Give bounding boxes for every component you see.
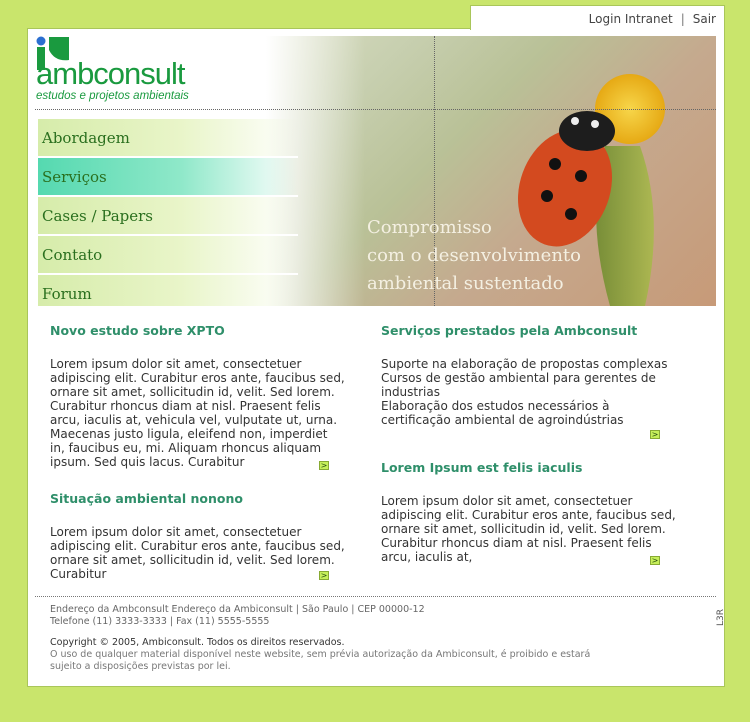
address-line: Endereço da Ambconsult Endereço da Ambic… bbox=[50, 604, 425, 615]
read-more-button[interactable]: > bbox=[650, 430, 660, 439]
news-body: Lorem ipsum dolor sit amet, consectetuer… bbox=[50, 357, 345, 469]
banner-divider-horizontal bbox=[35, 109, 716, 110]
nav-item-servicos[interactable]: Serviços bbox=[38, 158, 298, 197]
nav-item-forum[interactable]: Forum bbox=[38, 275, 298, 306]
top-bar: Login Intranet | Sair bbox=[470, 5, 725, 30]
header-banner: ambconsult estudos e projetos ambientais… bbox=[35, 36, 716, 306]
footer: Endereço da Ambconsult Endereço da Ambic… bbox=[35, 596, 726, 672]
news-title[interactable]: Situação ambiental nonono bbox=[50, 492, 345, 506]
services-block: Serviços prestados pela Ambconsult Supor… bbox=[381, 324, 676, 428]
read-more-button[interactable]: > bbox=[650, 556, 660, 565]
logout-link[interactable]: Sair bbox=[693, 12, 716, 26]
nav-item-abordagem[interactable]: Abordagem bbox=[38, 119, 298, 158]
news-title[interactable]: Lorem Ipsum est felis iaculis bbox=[381, 461, 676, 475]
tagline-line-3: ambiental sustentado bbox=[367, 273, 564, 294]
news-item: Situação ambiental nonono Lorem ipsum do… bbox=[50, 492, 345, 582]
read-more-button[interactable]: > bbox=[319, 461, 329, 470]
news-item: Novo estudo sobre XPTO Lorem ipsum dolor… bbox=[50, 324, 345, 470]
service-line: Elaboração dos estudos necessários à cer… bbox=[381, 399, 624, 427]
top-links: Login Intranet | Sair bbox=[589, 12, 716, 26]
copyright: Copyright © 2005, Ambiconsult. Todos os … bbox=[50, 637, 345, 648]
nav-item-cases-papers[interactable]: Cases / Papers bbox=[38, 197, 298, 236]
tagline-line-2: com o desenvolvimento bbox=[367, 245, 581, 266]
footer-legal: Copyright © 2005, Ambiconsult. Todos os … bbox=[50, 637, 610, 673]
services-title[interactable]: Serviços prestados pela Ambconsult bbox=[381, 324, 676, 338]
top-links-separator: | bbox=[680, 12, 685, 26]
tagline-line-1: Compromisso bbox=[367, 217, 492, 238]
service-line: Suporte na elaboração de propostas compl… bbox=[381, 357, 668, 371]
legal-notice: O uso de qualquer material disponível ne… bbox=[50, 649, 591, 672]
nav-item-contato[interactable]: Contato bbox=[38, 236, 298, 275]
footer-address: Endereço da Ambconsult Endereço da Ambic… bbox=[50, 604, 425, 628]
phone-line: Telefone (11) 3333-3333 | Fax (11) 5555-… bbox=[50, 616, 270, 627]
news-title[interactable]: Novo estudo sobre XPTO bbox=[50, 324, 345, 338]
news-body: Lorem ipsum dolor sit amet, consectetuer… bbox=[381, 494, 676, 564]
service-line: Cursos de gestão ambiental para gerentes… bbox=[381, 371, 656, 399]
logo-tagline: estudos e projetos ambientais bbox=[36, 90, 189, 102]
news-body: Lorem ipsum dolor sit amet, consectetuer… bbox=[50, 525, 345, 581]
login-intranet-link[interactable]: Login Intranet bbox=[589, 12, 673, 26]
main-nav: Abordagem Serviços Cases / Papers Contat… bbox=[38, 119, 298, 306]
read-more-button[interactable]: > bbox=[319, 571, 329, 580]
banner-tagline: Compromisso com o desenvolvimento ambien… bbox=[367, 214, 581, 298]
news-item: Lorem Ipsum est felis iaculis Lorem ipsu… bbox=[381, 461, 676, 565]
logo-wordmark: ambconsult bbox=[36, 56, 186, 91]
credit-logo[interactable]: L3R bbox=[716, 609, 726, 626]
logo[interactable]: ambconsult estudos e projetos ambientais bbox=[35, 36, 215, 108]
